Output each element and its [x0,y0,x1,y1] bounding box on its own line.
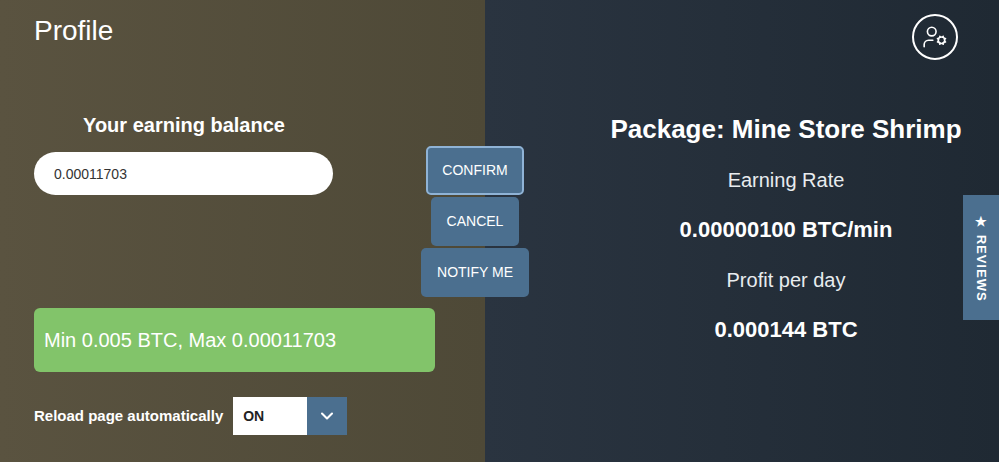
user-gear-icon [922,24,948,50]
limits-box: Min 0.005 BTC, Max 0.00011703 [34,308,435,372]
star-icon: ★ [974,214,989,230]
chevron-down-icon [317,406,337,426]
package-title: Package: Mine Store Shrimp [610,113,961,145]
balance-label: Your earning balance [34,113,334,137]
reload-label: Reload page automatically [34,405,223,428]
profile-page: Profile Your earning balance CONFIRMCANCEL… [0,0,999,462]
stat-label: Profit per day [727,268,846,292]
action-button[interactable]: NOTIFY ME [421,248,529,297]
balance-panel: Profile Your earning balance CONFIRMCANCEL… [0,0,573,462]
balance-row: CONFIRMCANCELNOTIFY ME [34,146,573,297]
action-button[interactable]: CONFIRM [426,146,523,195]
profile-settings-button[interactable] [912,14,958,60]
stat-value: 0.000144 BTC [714,317,857,343]
page-title: Profile [34,14,573,48]
stat-value: 0.00000100 BTC/min [680,217,893,243]
package-panel: Package: Mine Store Shrimp Earning Rate 0.… [573,0,999,462]
reload-select[interactable]: ON [233,397,347,435]
action-buttons: CONFIRMCANCELNOTIFY ME [405,146,545,297]
reviews-label: REVIEWS [974,234,989,301]
stat-label: Earning Rate [728,168,845,192]
reviews-tab[interactable]: ★ REVIEWS [963,195,999,320]
reload-row: Reload page automatically ON [34,397,573,435]
action-button[interactable]: CANCEL [431,197,520,246]
package-stats: Earning Rate 0.00000100 BTC/min Profit per… [680,168,893,343]
balance-input[interactable] [34,152,333,195]
